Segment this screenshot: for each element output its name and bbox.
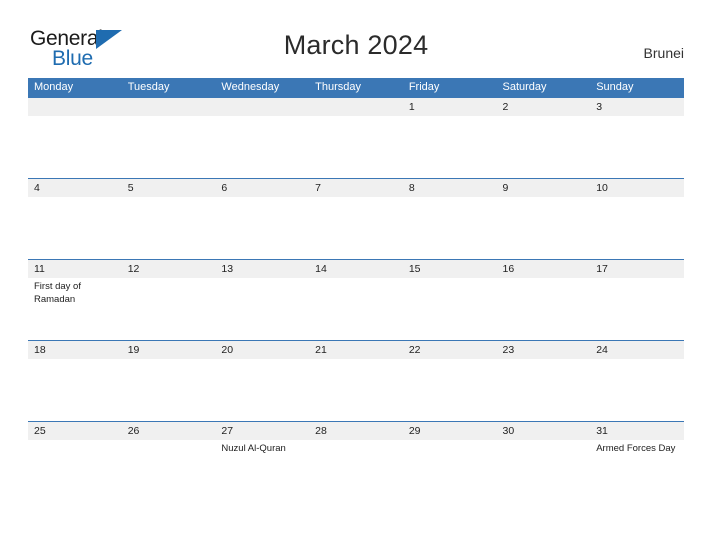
date-number[interactable] [215,98,309,116]
date-number[interactable]: 8 [403,179,497,197]
date-number[interactable]: 10 [590,179,684,197]
day-event-text [215,197,309,259]
day-event-text [497,278,591,340]
day-event-text: Nuzul Al-Quran [221,443,286,454]
day-event-text: First day of Ramadan [34,281,81,305]
day-event-text [309,359,403,421]
calendar-grid: Monday Tuesday Wednesday Thursday Friday… [28,78,684,502]
day-event-text [590,278,684,340]
day-event-text [309,440,403,502]
calendar-week-row: 4 5 6 7 8 9 10 [28,178,684,259]
date-number[interactable]: 24 [590,341,684,359]
day-event-text [28,440,122,502]
dow-tuesday: Tuesday [127,81,170,93]
page-header: General Blue March 2024 Brunei [0,0,712,78]
calendar-week-row: 11 12 13 14 15 16 17 First day of Ramada… [28,259,684,340]
day-event-text [497,116,591,178]
day-event-text [590,116,684,178]
calendar-week-row: 18 19 20 21 22 23 24 [28,340,684,421]
day-event-text [403,359,497,421]
date-number[interactable]: 1 [403,98,497,116]
week-event-band: Nuzul Al-Quran Armed Forces Day [28,440,684,502]
page-title: March 2024 [283,30,429,60]
date-number[interactable]: 31 [590,422,684,440]
day-event-text [309,278,403,340]
day-event-text [28,197,122,259]
date-number[interactable]: 16 [497,260,591,278]
week-event-band [28,197,684,259]
calendar-week-row: 1 2 3 [28,97,684,178]
week-date-band: 25 26 27 28 29 30 31 [28,421,684,440]
day-event-text [28,359,122,421]
day-event-text [497,197,591,259]
date-number[interactable]: 28 [309,422,403,440]
dow-friday: Friday [408,81,440,93]
date-number[interactable]: 27 [215,422,309,440]
dow-sunday: Sunday [596,81,634,93]
day-event-text [309,116,403,178]
day-event-text [403,197,497,259]
day-event-text [122,359,216,421]
date-number[interactable]: 29 [403,422,497,440]
day-event-text [28,116,122,178]
date-number[interactable] [28,98,122,116]
date-number[interactable]: 18 [28,341,122,359]
day-event-text [309,197,403,259]
week-date-band: 11 12 13 14 15 16 17 [28,259,684,278]
date-number[interactable]: 6 [215,179,309,197]
week-date-band: 4 5 6 7 8 9 10 [28,178,684,197]
day-of-week-header: Monday Tuesday Wednesday Thursday Friday… [28,78,684,97]
week-date-band: 1 2 3 [28,97,684,116]
date-number[interactable]: 17 [590,260,684,278]
date-number[interactable]: 21 [309,341,403,359]
date-number[interactable]: 25 [28,422,122,440]
day-event-text [215,359,309,421]
day-event-text [215,278,309,340]
dow-monday: Monday [34,81,74,93]
week-date-band: 18 19 20 21 22 23 24 [28,340,684,359]
date-number[interactable]: 20 [215,341,309,359]
date-number[interactable]: 11 [28,260,122,278]
date-number[interactable]: 15 [403,260,497,278]
day-event-text [122,440,216,502]
date-number[interactable]: 3 [590,98,684,116]
day-event-text [122,197,216,259]
location-label: Brunei [643,45,684,61]
dow-thursday: Thursday [315,81,361,93]
day-event-text [590,359,684,421]
date-number[interactable]: 30 [497,422,591,440]
calendar-week-row: 25 26 27 28 29 30 31 Nuzul Al-Quran Arme… [28,421,684,502]
date-number[interactable]: 22 [403,341,497,359]
day-event-text [590,197,684,259]
week-event-band [28,116,684,178]
day-event-text [403,278,497,340]
week-event-band: First day of Ramadan [28,278,684,340]
date-number[interactable]: 14 [309,260,403,278]
date-number[interactable]: 2 [497,98,591,116]
date-number[interactable]: 23 [497,341,591,359]
week-event-band [28,359,684,421]
dow-saturday: Saturday [502,81,547,93]
date-number[interactable] [309,98,403,116]
calendar-page: General Blue March 2024 Brunei Monday Tu… [0,0,712,550]
date-number[interactable]: 19 [122,341,216,359]
date-number[interactable] [122,98,216,116]
day-event-text [215,116,309,178]
date-number[interactable]: 7 [309,179,403,197]
date-number[interactable]: 5 [122,179,216,197]
date-number[interactable]: 9 [497,179,591,197]
date-number[interactable]: 26 [122,422,216,440]
date-number[interactable]: 4 [28,179,122,197]
day-event-text [403,440,497,502]
day-event-text: Armed Forces Day [596,443,676,454]
dow-wednesday: Wednesday [221,81,280,93]
day-event-text [497,359,591,421]
day-event-text [122,278,216,340]
date-number[interactable]: 12 [122,260,216,278]
day-event-text [122,116,216,178]
day-event-text [497,440,591,502]
day-event-text [403,116,497,178]
date-number[interactable]: 13 [215,260,309,278]
